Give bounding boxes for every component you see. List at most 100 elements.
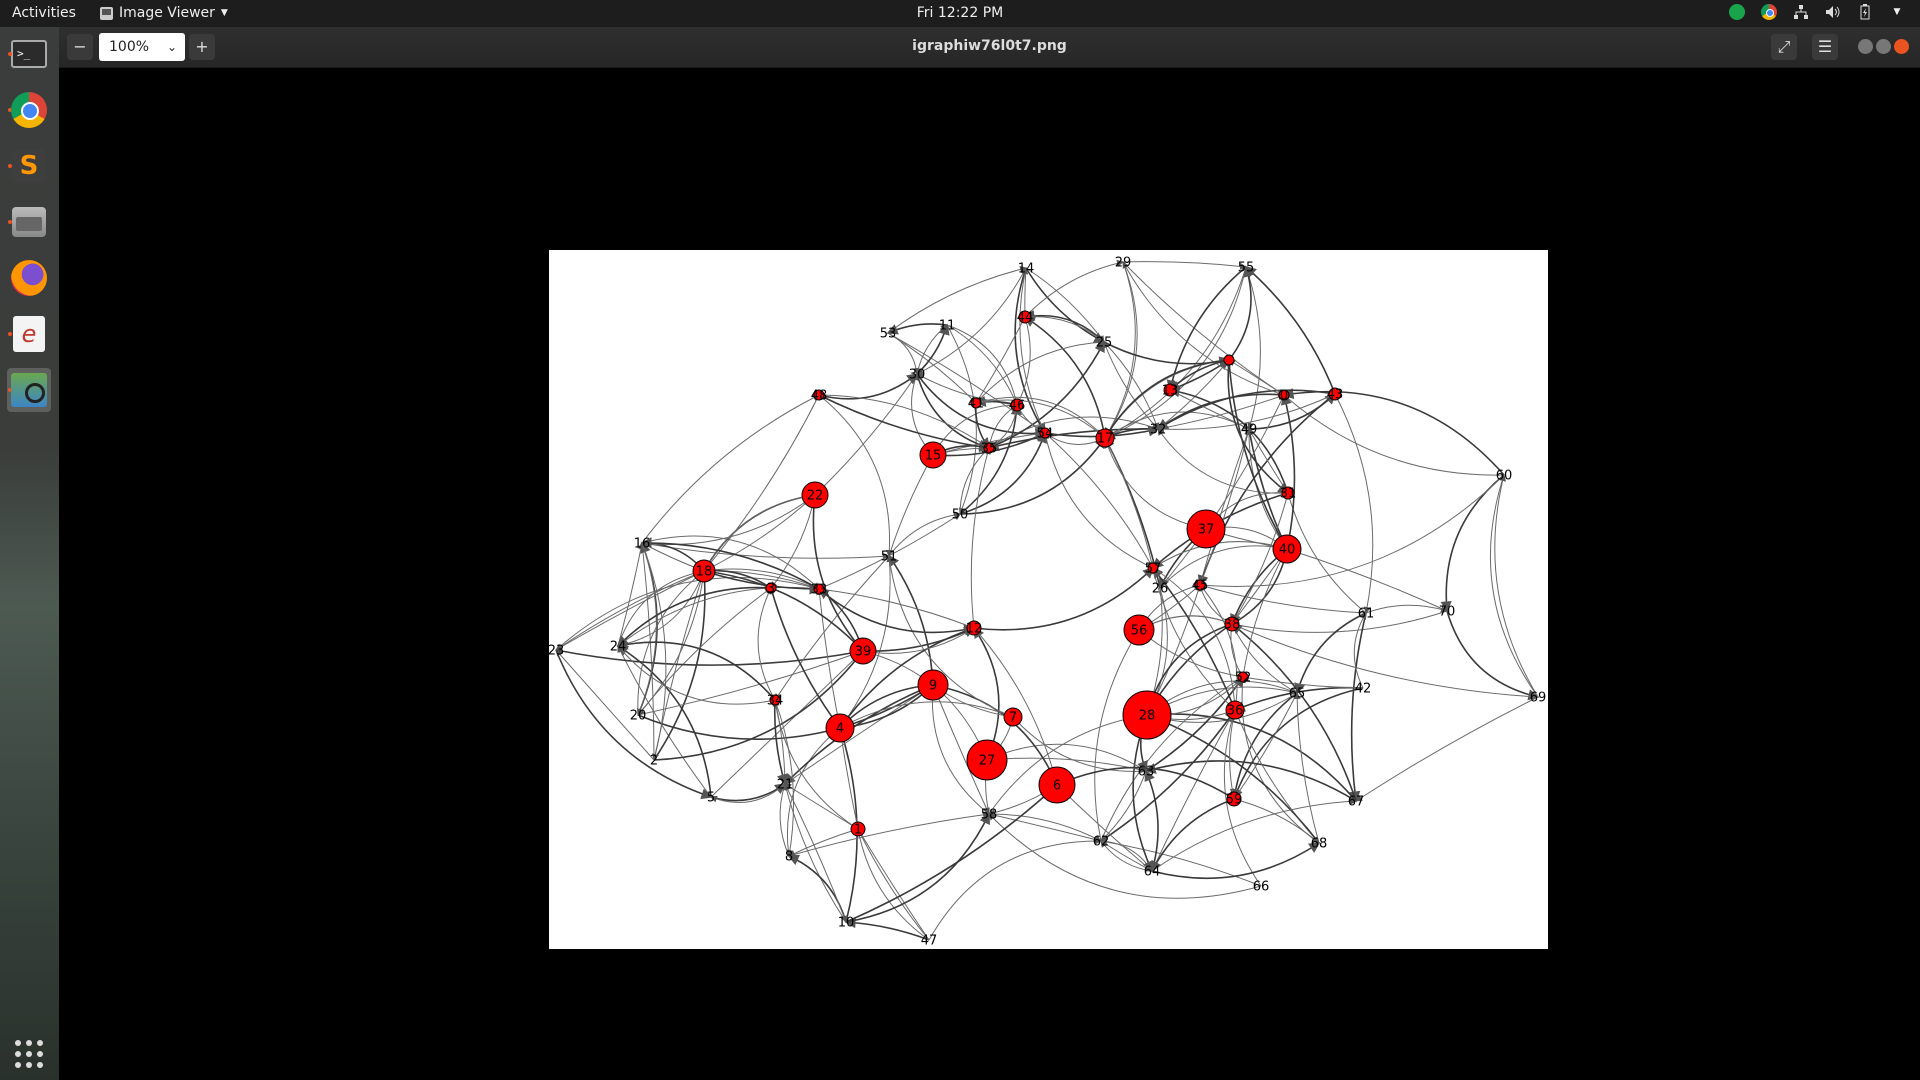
graph-edge [1229,709,1238,800]
graph-vertex [1223,354,1235,366]
graph-edge [814,373,918,496]
app-menu[interactable]: Image Viewer ▼ [100,5,228,21]
graph-edge [555,570,705,651]
vertex-label: 13 [1162,384,1179,399]
vertex-label: 44 [1017,311,1034,326]
vertex-label: 14 [1018,262,1035,277]
graph-edge [1349,612,1367,803]
battery-icon[interactable] [1856,3,1874,21]
menu-button[interactable]: ☰ [1812,34,1838,60]
vertex-label: 23 [549,644,564,659]
dock-image-viewer[interactable] [7,368,51,412]
graph-edge [888,454,934,557]
graph-edge [1094,629,1140,842]
volume-icon[interactable] [1824,3,1842,21]
graph-edge [1100,708,1236,842]
vertex-label: 30 [909,368,926,383]
image-viewer-icon [11,373,47,407]
vertex-label: 29 [1115,256,1132,271]
vertex-label: 58 [981,808,998,823]
displayed-image[interactable]: 29 55 60 70 69 61 42 65 67 68 66 64 62 58 47 10 8 5 2 20 23 2… [549,250,1548,949]
graph-edge [1024,259,1124,318]
graph-edge [641,394,820,544]
vertex-label: 63 [1138,765,1155,780]
graph-edge [970,447,991,629]
running-indicator [8,164,12,168]
dock-files[interactable] [7,200,51,244]
vertex-label: 38 [1224,618,1241,633]
graph-edge [1282,388,1505,476]
vertex-label: 68 [1311,837,1328,852]
show-applications-icon[interactable] [15,1040,43,1068]
dock-chrome[interactable] [7,88,51,132]
graph-edge [1334,393,1374,614]
files-icon [12,207,46,237]
vertex-label: 69 [1530,691,1547,706]
vertex-label: 34 [767,694,784,709]
vertex-label: 28 [1139,709,1156,724]
dock-sublime[interactable]: S [7,144,51,188]
vertex-label: 8 [785,850,793,865]
dock-terminal[interactable]: >_ [7,32,51,76]
system-tray[interactable]: ▼ [1728,3,1906,21]
graph-edge [757,587,776,701]
graph-edge [1044,432,1154,569]
graph-edge [617,645,776,705]
hangouts-icon[interactable] [1728,3,1746,21]
graph-edge [1286,547,1448,612]
graph-edge [1245,266,1261,430]
graph-edge [774,555,890,701]
network-icon[interactable] [1792,3,1810,21]
graph-edge [787,854,847,923]
graph-edge [986,757,1147,774]
dock-writer[interactable]: e [7,312,51,356]
minimize-button[interactable] [1858,39,1873,54]
graph-edge [1156,393,1285,430]
vertex-label: 48 [811,389,828,404]
vertex-label: 32 [1150,423,1167,438]
system-menu-chevron-icon[interactable]: ▼ [1888,3,1906,21]
vertex-label: 27 [979,754,996,769]
chrome-tray-icon[interactable] [1760,3,1778,21]
vertex-label: 50 [952,508,969,523]
zoom-in-button[interactable]: + [189,34,215,60]
vertex-label: 61 [1358,607,1375,622]
close-button[interactable] [1894,39,1909,54]
graph-edge [1365,604,1448,614]
vertex-label: 16 [634,537,651,552]
graph-edge [555,649,713,800]
vertex-label: 39 [855,645,872,660]
vertex-label: 54 [1037,427,1054,442]
fullscreen-button[interactable]: ⤢ [1771,34,1797,60]
dock-firefox[interactable] [7,256,51,300]
graph-edges [555,259,1540,941]
graph-edge [1024,316,1105,343]
zoom-select[interactable]: 100% ⌄ [99,33,185,61]
zoom-out-button[interactable]: − [67,34,93,60]
vertex-label: 0 [1280,389,1288,404]
vertex-label: 37 [1198,523,1215,538]
vertex-label: 9 [929,679,937,694]
graph-edge [788,811,990,857]
firefox-icon [11,260,47,296]
graph-edge [784,783,848,923]
graph-edge [703,394,820,572]
graph-edge [617,542,645,647]
graph-edge [1197,393,1336,587]
graph-edge [1042,432,1154,569]
graph-edge [640,537,820,590]
vertex-label: 11 [939,319,956,334]
vertex-label: 36 [1227,704,1244,719]
document-viewer-icon: e [13,316,45,352]
graph-edge [1138,629,1244,678]
maximize-button[interactable] [1876,39,1891,54]
activities-button[interactable]: Activities [12,5,76,21]
vertex-label: 24 [610,640,627,655]
image-viewer-window: − 100% ⌄ + igraphiw76l0t7.png ⤢ ☰ 29 55 60… [59,27,1920,1080]
vertex-label: 46 [1009,399,1026,414]
vertex-label: 21 [777,778,794,793]
graph-edge [857,828,930,941]
graph-edge [1283,394,1505,476]
clock[interactable]: Fri 12:22 PM [917,5,1003,21]
graph-edge [1228,265,1255,361]
